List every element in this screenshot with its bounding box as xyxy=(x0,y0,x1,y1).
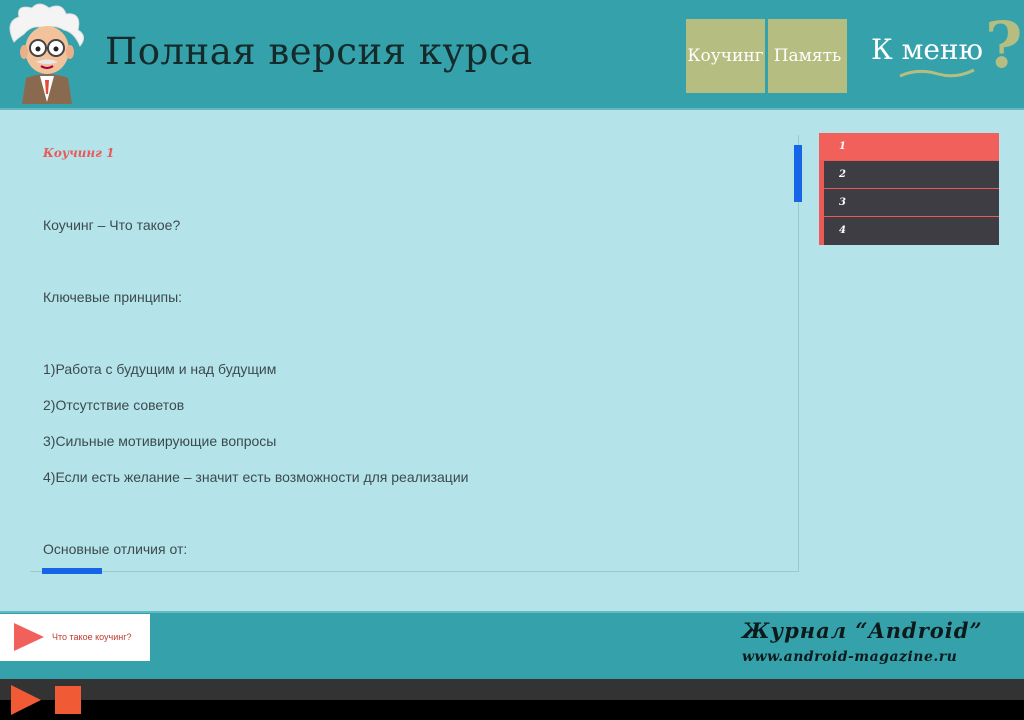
content-paragraph: Основные отличия от: xyxy=(43,541,188,557)
content-paragraph: 2)Отсутствие советов xyxy=(43,397,185,413)
play-icon[interactable] xyxy=(14,623,44,651)
lesson-list: 1 2 3 4 xyxy=(819,133,999,245)
lesson-number: 1 xyxy=(839,141,846,152)
play-icon[interactable] xyxy=(11,685,41,715)
footer-bar: Что такое коучинг? Журнал “Android” www.… xyxy=(0,611,1024,681)
lesson-list-item[interactable]: 2 xyxy=(824,161,999,188)
lesson-number: 4 xyxy=(839,225,846,236)
header-bar: Полная версия курса Коучинг Память К мен… xyxy=(0,0,1024,110)
player-strip xyxy=(0,679,1024,700)
lesson-number: 2 xyxy=(839,169,846,180)
player-bar xyxy=(0,679,1024,720)
lesson-list-item[interactable]: 4 xyxy=(824,217,999,245)
content-paragraph: Коучинг – Что такое? xyxy=(43,217,181,233)
audio-label: Что такое коучинг? xyxy=(52,632,132,642)
content-panel[interactable]: Коучинг 1 Коучинг – Что такое? Ключевые … xyxy=(30,135,799,572)
lesson-number: 3 xyxy=(839,197,846,208)
content-paragraph: 3)Сильные мотивирующие вопросы xyxy=(43,433,277,449)
page-title: Полная версия курса xyxy=(105,30,533,73)
content-paragraph: 4)Если есть желание – значит есть возмож… xyxy=(43,469,469,485)
to-menu-link[interactable]: К меню xyxy=(871,33,983,66)
horizontal-scrollbar[interactable] xyxy=(42,568,102,574)
einstein-mascot-icon xyxy=(9,3,84,104)
magazine-title: Журнал “Android” xyxy=(742,618,983,643)
stop-icon[interactable] xyxy=(55,686,81,714)
content-paragraph: 1)Работа с будущим и над будущим xyxy=(43,361,277,377)
lesson-list-item[interactable]: 1 xyxy=(819,133,999,160)
audio-card[interactable]: Что такое коучинг? xyxy=(0,614,150,661)
lesson-list-item[interactable]: 3 xyxy=(824,189,999,216)
coaching-button[interactable]: Коучинг xyxy=(686,19,765,93)
underline-swoosh-icon xyxy=(899,68,975,78)
vertical-scrollbar[interactable] xyxy=(794,145,802,202)
content-paragraph: Ключевые принципы: xyxy=(43,289,183,305)
lesson-heading: Коучинг 1 xyxy=(43,146,115,160)
help-question-icon[interactable]: ? xyxy=(985,14,1023,78)
magazine-url: www.android-magazine.ru xyxy=(742,649,958,665)
memory-button[interactable]: Память xyxy=(768,19,847,93)
